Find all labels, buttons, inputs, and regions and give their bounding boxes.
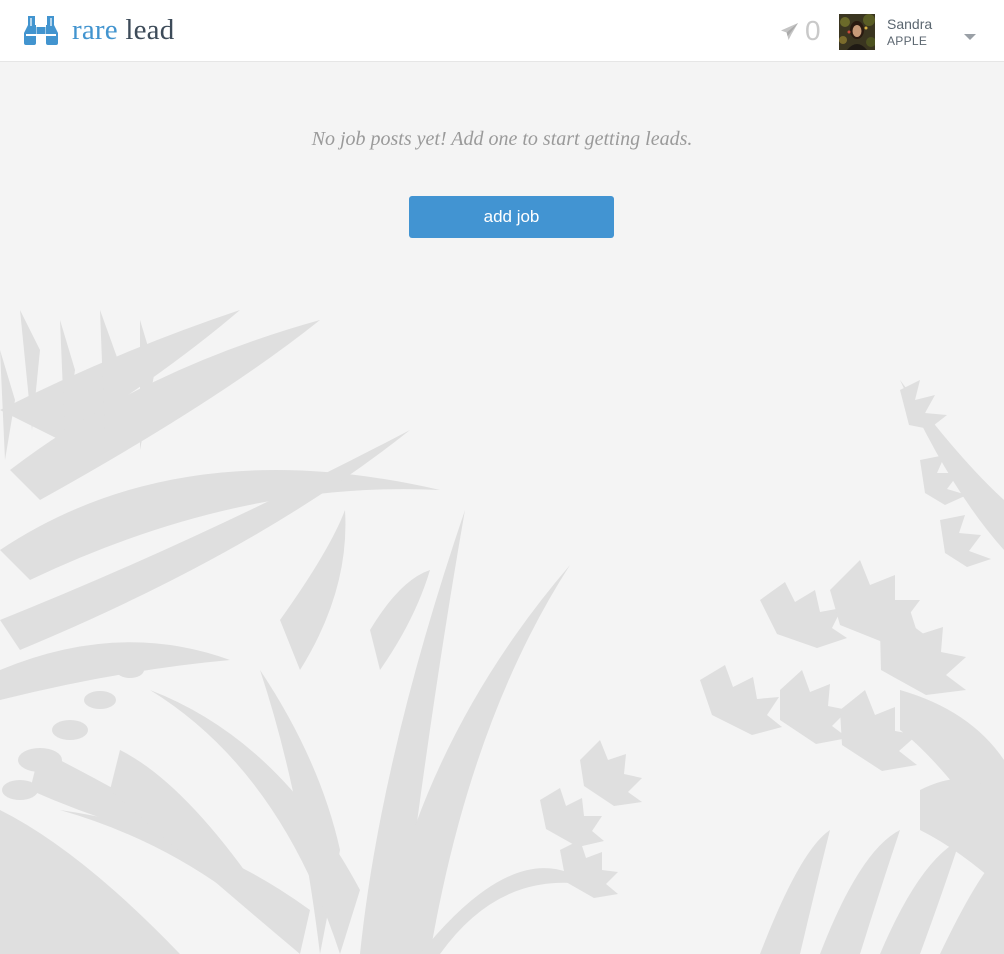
brand-name-rare: rare (72, 14, 118, 46)
sent-count: 0 (805, 15, 821, 46)
tropical-foliage-illustration (0, 310, 1004, 954)
chevron-down-icon[interactable] (964, 34, 976, 40)
sent-leads-counter[interactable]: 0 (780, 14, 821, 48)
binoculars-icon (24, 16, 58, 45)
user-organization: APPLE (887, 34, 928, 48)
avatar (839, 14, 875, 50)
empty-state-message: No job posts yet! Add one to start getti… (311, 128, 693, 150)
top-nav-bar: rare lead 0 Sandra APPLE (0, 0, 1004, 62)
brand-name-lead: lead (125, 14, 175, 46)
paper-plane-icon (780, 22, 799, 40)
brand-name: rare lead (72, 14, 174, 46)
logo-link[interactable]: rare lead (24, 14, 174, 46)
add-job-button[interactable]: add job (409, 196, 614, 238)
user-menu[interactable]: Sandra APPLE (839, 14, 984, 50)
user-name: Sandra (887, 16, 933, 32)
